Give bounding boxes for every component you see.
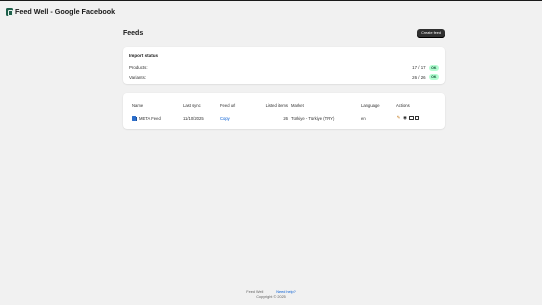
import-status-title: Import status [129, 53, 159, 58]
download-icon[interactable] [409, 115, 414, 121]
app-title: Feed Well - Google Facebook [15, 7, 116, 16]
header-feed-url: Feed url [220, 102, 236, 108]
variants-label: Variants: [129, 74, 147, 80]
meta-feed-icon [132, 115, 137, 121]
products-status-row: Products: 17 / 17 OK [129, 63, 439, 73]
page-footer: Feed Well Need help? Copyright © 2025 [0, 290, 542, 299]
footer-help-link[interactable]: Need help? [276, 290, 295, 294]
variants-ok-badge: OK [428, 74, 439, 81]
feed-market: Türkiye - Türkiye (TRY) [291, 115, 335, 121]
feed-language: en [361, 115, 366, 121]
feed-name: META Feed [139, 115, 161, 121]
view-icon[interactable]: ◉ [403, 115, 408, 121]
page-title: Feeds [123, 29, 144, 37]
feed-actions: ✎ ◉ [396, 115, 436, 121]
page-header: Feeds Create feed [123, 27, 445, 39]
header-market: Market [291, 102, 304, 108]
header-last-sync: Last sync [183, 102, 201, 108]
header-actions: Actions [396, 102, 410, 108]
feed-listed-items: 26 [283, 115, 288, 121]
header-listed-items: Listed items [265, 102, 288, 108]
feed-name-cell: META Feed [132, 115, 183, 121]
products-ok-badge: OK [428, 64, 439, 71]
products-count: 17 / 17 [412, 65, 426, 71]
footer-copyright: Copyright © 2025 [256, 295, 286, 299]
edit-icon[interactable]: ✎ [396, 115, 401, 121]
products-label: Products: [129, 65, 148, 71]
create-feed-button[interactable]: Create feed [417, 28, 445, 38]
table-row: META Feed 11/10/2025 Copy 26 Türkiye - T… [132, 115, 436, 121]
page-content: Feeds Create feed Import status Products… [123, 27, 445, 129]
app-logo-icon [6, 7, 13, 16]
copy-feed-url-link[interactable]: Copy [220, 116, 255, 121]
app-header: Feed Well - Google Facebook [6, 7, 115, 16]
footer-app-link[interactable]: Feed Well [246, 290, 263, 294]
variants-status-row: Variants: 26 / 26 OK [129, 73, 439, 83]
feed-last-sync: 11/10/2025 [183, 115, 204, 121]
header-name: Name [132, 102, 144, 108]
header-language: Language [361, 102, 380, 108]
delete-icon[interactable] [415, 115, 419, 121]
import-status-card: Import status Products: 17 / 17 OK Varia… [123, 47, 445, 84]
variants-count: 26 / 26 [412, 74, 426, 80]
feeds-table-card: Name Last sync Feed url Listed items Mar… [123, 93, 445, 129]
feeds-table-header: Name Last sync Feed url Listed items Mar… [132, 93, 436, 117]
